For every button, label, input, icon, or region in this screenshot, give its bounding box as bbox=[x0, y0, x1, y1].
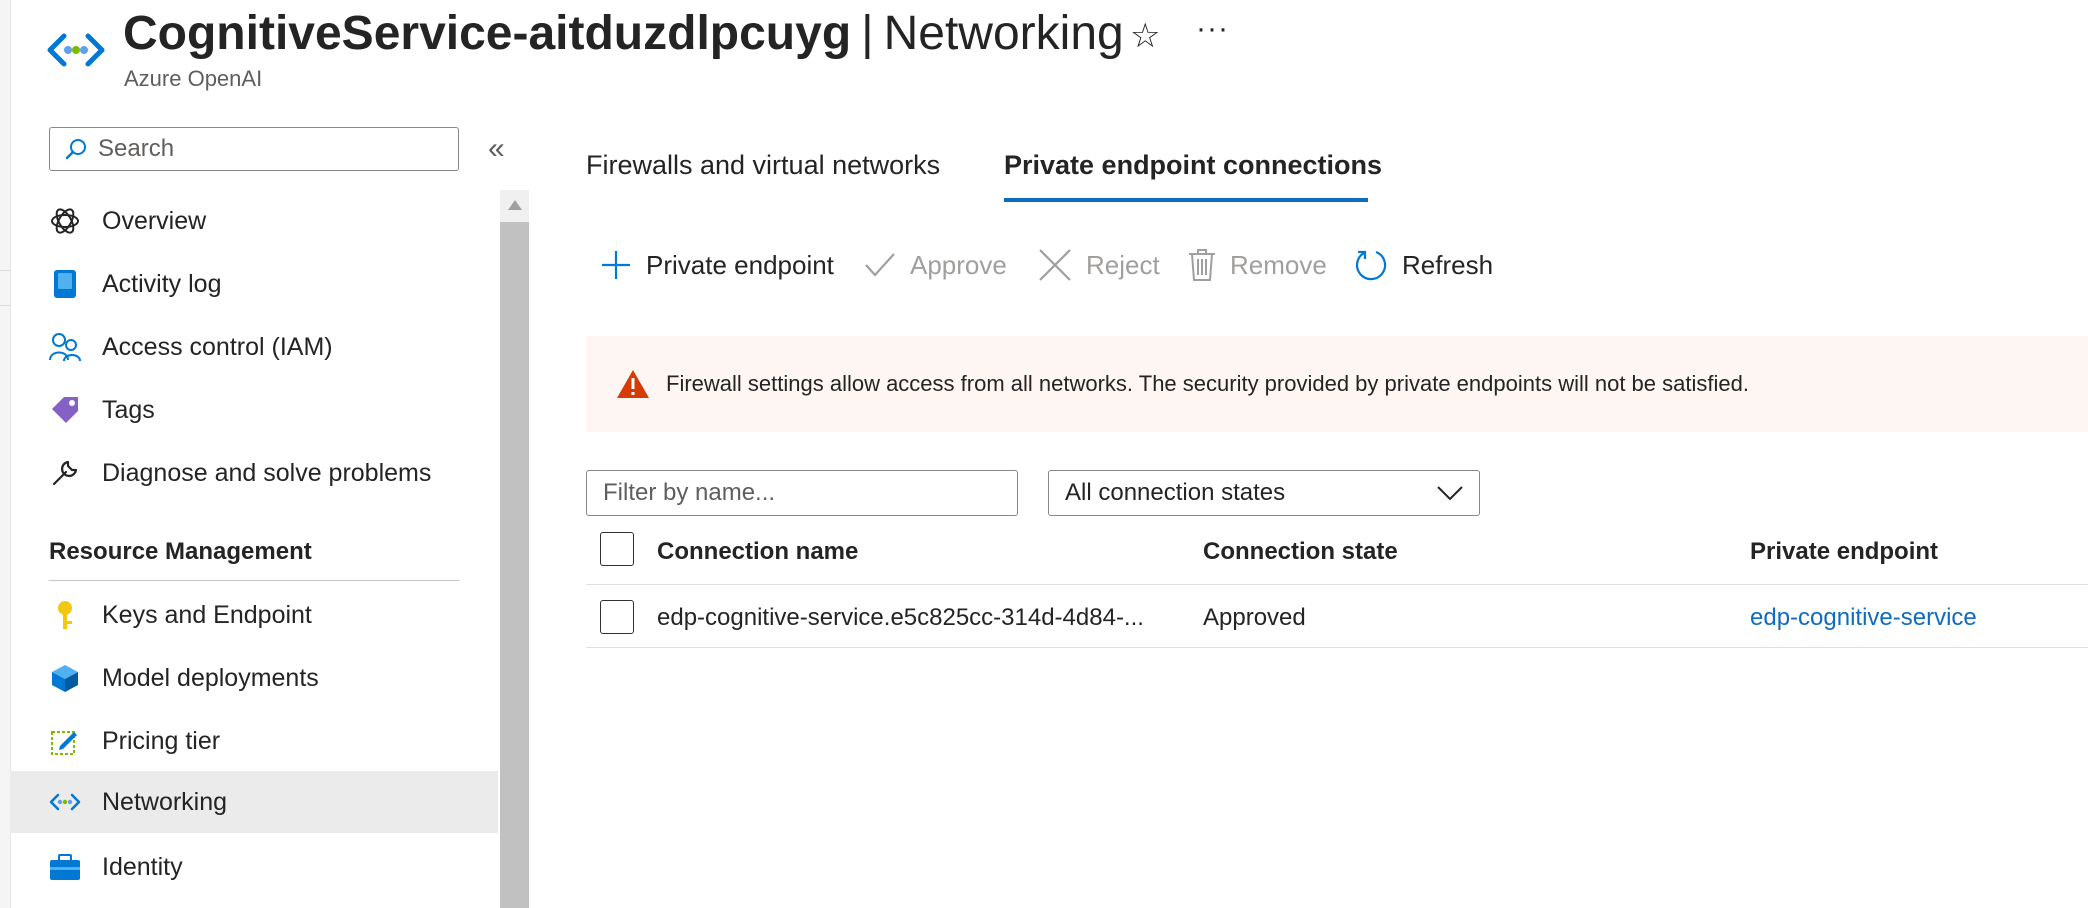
approve-button[interactable]: Approve bbox=[864, 240, 1007, 290]
wrench-icon bbox=[48, 456, 82, 490]
button-label: Private endpoint bbox=[646, 249, 834, 280]
sidebar-item-access-control[interactable]: Access control (IAM) bbox=[10, 316, 498, 378]
refresh-icon bbox=[1355, 250, 1387, 281]
sidebar-item-pricing-tier[interactable]: Pricing tier bbox=[10, 710, 498, 772]
filter-by-name-input[interactable] bbox=[586, 470, 1018, 516]
trash-icon bbox=[1189, 249, 1215, 281]
sidebar-item-label: Activity log bbox=[102, 269, 222, 298]
remove-button[interactable]: Remove bbox=[1188, 240, 1327, 290]
people-icon bbox=[48, 330, 82, 364]
close-icon bbox=[1039, 249, 1071, 281]
column-header-connection-name[interactable]: Connection name bbox=[657, 538, 858, 566]
tab-private-endpoint-connections[interactable]: Private endpoint connections bbox=[1004, 150, 1382, 181]
sidebar-item-activity-log[interactable]: Activity log bbox=[10, 253, 498, 315]
section-divider bbox=[49, 580, 459, 581]
sidebar-item-diagnose[interactable]: Diagnose and solve problems bbox=[10, 442, 498, 504]
sidebar-item-label: Overview bbox=[102, 206, 207, 235]
sidebar-item-label: Keys and Endpoint bbox=[102, 600, 312, 629]
sidebar-item-overview[interactable]: Overview bbox=[10, 190, 498, 252]
button-label: Reject bbox=[1086, 249, 1160, 280]
column-header-private-endpoint[interactable]: Private endpoint bbox=[1750, 538, 1938, 566]
sidebar-item-label: Networking bbox=[102, 787, 228, 816]
collapse-sidebar-icon[interactable]: « bbox=[488, 132, 505, 166]
sidebar-item-keys-endpoint[interactable]: Keys and Endpoint bbox=[10, 584, 498, 646]
sidebar-item-tags[interactable]: Tags bbox=[10, 379, 498, 441]
sidebar-item-identity[interactable]: Identity bbox=[10, 836, 498, 898]
networking-icon bbox=[48, 785, 82, 819]
page-name: Networking bbox=[883, 7, 1124, 60]
warning-icon bbox=[617, 370, 649, 398]
search-icon bbox=[65, 139, 86, 160]
sidebar-item-label: Tags bbox=[102, 395, 155, 424]
reject-button[interactable]: Reject bbox=[1038, 240, 1160, 290]
activity-log-icon bbox=[48, 267, 82, 301]
row-checkbox[interactable] bbox=[600, 600, 634, 634]
search-input[interactable] bbox=[96, 134, 440, 164]
connection-name-cell: edp-cognitive-service.e5c825cc-314d-4d84… bbox=[657, 604, 1144, 631]
section-resource-management: Resource Management bbox=[49, 538, 312, 565]
tab-firewalls[interactable]: Firewalls and virtual networks bbox=[586, 150, 940, 181]
openai-icon bbox=[48, 204, 82, 238]
add-private-endpoint-button[interactable]: Private endpoint bbox=[600, 240, 834, 290]
resource-name: CognitiveService-aitduzdlpcuyg bbox=[123, 7, 852, 60]
sidebar-item-label: Model deployments bbox=[102, 663, 319, 692]
refresh-button[interactable]: Refresh bbox=[1354, 240, 1493, 290]
scrollbar-thumb[interactable] bbox=[500, 222, 529, 908]
pricing-edit-icon bbox=[48, 724, 82, 758]
row-divider bbox=[586, 647, 2088, 648]
scroll-up-arrow-icon[interactable] bbox=[500, 190, 529, 220]
sidebar-search[interactable] bbox=[49, 127, 459, 171]
tag-icon bbox=[48, 393, 82, 427]
checkmark-icon bbox=[865, 253, 895, 277]
sidebar-item-label: Access control (IAM) bbox=[102, 332, 333, 361]
networking-icon bbox=[47, 33, 105, 67]
resource-type: Azure OpenAI bbox=[124, 66, 263, 91]
select-all-checkbox[interactable] bbox=[600, 532, 634, 566]
connection-state-cell: Approved bbox=[1203, 604, 1306, 631]
ellipsis-icon[interactable]: ··· bbox=[1196, 12, 1229, 46]
title-separator: | bbox=[861, 7, 874, 60]
column-header-connection-state[interactable]: Connection state bbox=[1203, 538, 1398, 566]
button-label: Refresh bbox=[1402, 249, 1494, 280]
star-icon[interactable]: ☆ bbox=[1130, 16, 1160, 56]
selected-tab-indicator bbox=[1004, 198, 1368, 202]
warning-message: Firewall settings allow access from all … bbox=[666, 371, 1749, 396]
sidebar-item-networking[interactable]: Networking bbox=[10, 771, 498, 833]
key-icon bbox=[48, 598, 82, 632]
header-divider bbox=[586, 584, 2088, 585]
sidebar-item-label: Diagnose and solve problems bbox=[102, 458, 432, 487]
sidebar-item-label: Pricing tier bbox=[102, 726, 221, 755]
chevron-down-icon bbox=[1437, 486, 1463, 501]
private-endpoint-link[interactable]: edp-cognitive-service bbox=[1750, 604, 1977, 632]
plus-icon bbox=[602, 251, 630, 279]
button-label: Remove bbox=[1230, 249, 1327, 280]
sidebar-item-label: Identity bbox=[102, 852, 183, 881]
connection-state-dropdown[interactable]: All connection states bbox=[1048, 470, 1480, 516]
page-title: CognitiveService-aitduzdlpcuyg | Networkin… bbox=[123, 4, 1124, 64]
sidebar-item-model-deployments[interactable]: Model deployments bbox=[10, 647, 498, 709]
cube-icon bbox=[48, 661, 82, 695]
identity-briefcase-icon bbox=[48, 850, 82, 884]
dropdown-selected-value: All connection states bbox=[1065, 479, 1286, 506]
button-label: Approve bbox=[910, 249, 1007, 280]
firewall-warning-banner: Firewall settings allow access from all … bbox=[586, 336, 2088, 432]
